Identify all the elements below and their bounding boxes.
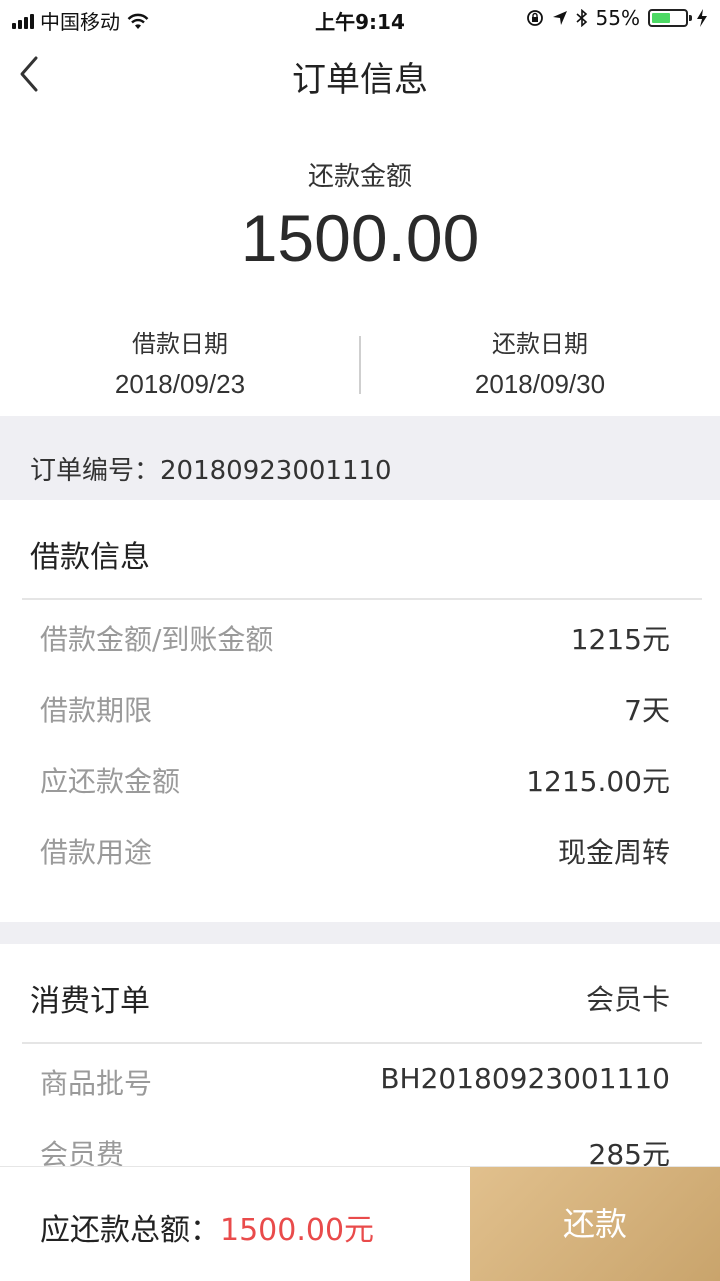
total-due: 应还款总额：1500.00元	[40, 1205, 374, 1249]
location-icon	[552, 11, 567, 25]
row-label: 应还款金额	[40, 765, 181, 798]
repay-amount-value: 1500.00	[240, 201, 480, 275]
row-value: BH20180923001110	[380, 1062, 670, 1095]
total-due-label: 应还款总额：	[40, 1213, 220, 1248]
section-separator	[0, 922, 720, 944]
footer-bar: 应还款总额：1500.00元 还款	[0, 1166, 720, 1281]
row-value: 现金周转	[557, 836, 670, 869]
order-number-bar: 订单编号：20180923001110	[0, 416, 720, 500]
list-item: 商品批号 BH20180923001110	[0, 1046, 720, 1118]
status-bar: 中国移动 上午9:14 55%	[0, 0, 720, 38]
list-item: 应还款金额 1215.00元	[0, 744, 720, 816]
page-title: 订单信息	[292, 60, 428, 100]
repay-date-label: 还款日期	[492, 330, 588, 358]
consumption-order-title: 消费订单	[30, 984, 150, 1019]
bluetooth-icon	[576, 9, 587, 27]
borrow-date-block: 借款日期 2018/09/23	[0, 324, 360, 400]
battery-icon	[648, 9, 692, 27]
repay-date-block: 还款日期 2018/09/30	[360, 324, 720, 400]
row-value: 7天	[624, 694, 670, 727]
charging-icon	[697, 9, 707, 27]
rotation-lock-icon	[526, 10, 543, 26]
list-item: 借款用途 现金周转	[0, 815, 720, 887]
borrow-date-label: 借款日期	[132, 330, 228, 358]
battery-percent: 55%	[595, 6, 640, 30]
list-item: 借款期限 7天	[0, 673, 720, 745]
loan-info-title: 借款信息	[30, 540, 150, 575]
row-label: 借款期限	[40, 694, 153, 727]
consumption-order-type: 会员卡	[585, 983, 670, 1016]
divider	[22, 598, 702, 600]
repayment-summary: 还款金额 1500.00 借款日期 2018/09/23 还款日期 2018/0…	[0, 112, 720, 416]
divider	[22, 1042, 702, 1044]
list-item: 借款金额/到账金额 1215元	[0, 602, 720, 674]
row-value: 1215元	[570, 623, 670, 656]
total-due-amount: 1500.00元	[220, 1213, 375, 1248]
nav-bar: 订单信息	[0, 38, 720, 113]
row-value: 1215.00元	[526, 765, 670, 798]
row-label: 借款金额/到账金额	[40, 623, 274, 656]
consumption-order-header: 消费订单 会员卡	[0, 944, 720, 1044]
loan-info-header: 借款信息	[0, 500, 720, 600]
row-label: 借款用途	[40, 836, 153, 869]
order-number: 订单编号：20180923001110	[30, 456, 392, 486]
repay-button[interactable]: 还款	[470, 1167, 720, 1281]
repay-date-value: 2018/09/30	[474, 369, 606, 399]
status-right: 55%	[526, 6, 708, 30]
repay-amount-label: 还款金额	[307, 162, 412, 192]
row-label: 商品批号	[40, 1067, 153, 1100]
borrow-date-value: 2018/09/23	[114, 369, 246, 399]
